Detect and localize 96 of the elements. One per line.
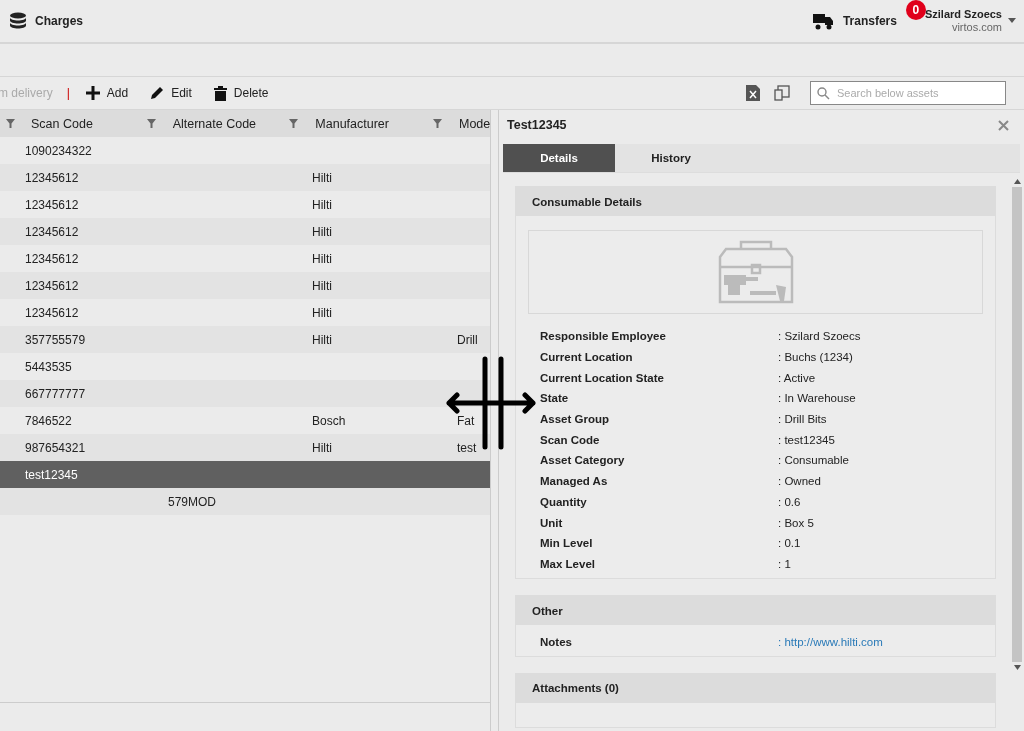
tab[interactable]: History [615, 144, 727, 172]
field-value: : Szilard Szoecs [778, 330, 861, 343]
transfer-count: 0 [905, 0, 926, 20]
filter-icon[interactable] [146, 119, 156, 128]
scroll-down-icon[interactable] [1013, 665, 1021, 670]
table-cell: test [457, 440, 477, 455]
table-row[interactable]: 987654321 Hilti test [0, 434, 490, 461]
field-label: Managed As [539, 475, 609, 488]
field-value: : 0.1 [778, 537, 801, 550]
column-header[interactable]: Scan Code [31, 116, 93, 131]
field-label: Notes [539, 635, 573, 648]
table-cell: Drill [457, 332, 478, 347]
field-label: Current Location State [539, 371, 665, 384]
close-icon[interactable] [998, 119, 1009, 131]
table-cell: 12345612 [25, 224, 79, 239]
tab[interactable]: Details [503, 144, 615, 172]
user-domain: virtos.com [951, 21, 1002, 34]
field-value: : Buchs (1234) [778, 351, 853, 364]
table-cell: Hilti [312, 305, 332, 320]
table-row[interactable]: 357755579 Hilti Drill [0, 326, 490, 353]
filter-icon[interactable] [433, 119, 442, 128]
field-label: Max Level [539, 557, 596, 570]
table-cell: Hilti [312, 251, 332, 266]
splitter[interactable] [490, 110, 499, 731]
field-label: Responsible Employee [539, 330, 667, 343]
table-row[interactable]: 667777777 [0, 380, 490, 407]
search-field[interactable]: Search below assets [810, 81, 1006, 105]
table-cell: test12345 [25, 467, 78, 482]
edit-button[interactable]: Edit [146, 86, 196, 100]
table-row[interactable]: test12345 [0, 461, 490, 488]
table-row[interactable]: 579MOD [0, 488, 490, 515]
table-cell: 7846522 [25, 413, 72, 428]
table-cell: 12345612 [25, 197, 79, 212]
field-label: Unit [539, 516, 564, 529]
section-title: Attachments (0) [532, 682, 619, 695]
user-name[interactable]: Szilard Szoecs [924, 8, 1002, 21]
table-cell: Hilti [312, 332, 332, 347]
table-cell: Hilti [312, 278, 332, 293]
table-cell: Hilti [312, 440, 332, 455]
resize-cursor-icon [445, 356, 537, 450]
table-cell: Hilti [312, 170, 332, 185]
table-cell: 12345612 [25, 251, 79, 266]
scroll-up-icon[interactable] [1013, 179, 1021, 184]
columns-icon[interactable] [774, 85, 790, 101]
column-header[interactable]: Mode [459, 116, 490, 131]
table-row[interactable]: 12345612 Hilti [0, 218, 490, 245]
field-value: : 0.6 [778, 495, 801, 508]
panel-title: Test12345 [507, 118, 567, 132]
trash-icon [213, 85, 227, 101]
pencil-icon [150, 86, 165, 100]
table-cell: 357755579 [25, 332, 86, 347]
transfers-link[interactable]: Transfers [842, 14, 897, 28]
separator: | [66, 86, 70, 100]
charges-link[interactable]: Charges [35, 14, 84, 28]
table-row[interactable]: 12345612 Hilti [0, 164, 490, 191]
field-label: Quantity [539, 495, 588, 508]
field-value: : Active [778, 371, 816, 384]
table-cell: 12345612 [25, 278, 79, 293]
table-cell: 667777777 [25, 386, 86, 401]
field-label: Scan Code [539, 433, 601, 446]
filter-icon[interactable] [289, 119, 299, 128]
filter-icon[interactable] [6, 119, 15, 128]
table-cell: Hilti [312, 224, 332, 239]
field-value: : Consumable [778, 454, 849, 467]
table-cell: Hilti [312, 197, 332, 212]
column-header[interactable]: Manufacturer [315, 116, 389, 131]
table-cell: 1090234322 [25, 143, 92, 158]
table-cell: 12345612 [25, 305, 79, 320]
table-row[interactable]: 12345612 Hilti [0, 272, 490, 299]
field-value: : Owned [778, 475, 821, 488]
field-value: : Box 5 [778, 516, 814, 529]
table-cell: 987654321 [25, 440, 86, 455]
field-value: : 1 [778, 557, 791, 570]
field-value: : In Warehouse [778, 392, 856, 405]
column-header[interactable]: Alternate Code [172, 116, 257, 131]
caret-icon[interactable] [1008, 18, 1016, 24]
field-label: Min Level [539, 537, 594, 550]
plus-icon [85, 86, 100, 100]
field-label: Current Location [539, 351, 634, 364]
table-cell: Bosch [312, 413, 346, 428]
table-cell: 579MOD [168, 494, 217, 509]
table-cell: Fat [457, 413, 475, 428]
section-title: Consumable Details [532, 195, 642, 208]
field-value: : test12345 [778, 433, 835, 446]
field-value: : Drill Bits [778, 413, 827, 426]
delete-button[interactable]: Delete [209, 85, 273, 101]
add-button[interactable]: Add [81, 86, 133, 100]
excel-icon[interactable] [746, 85, 760, 101]
field-label: Asset Category [539, 454, 626, 467]
section-title: Other [532, 604, 563, 617]
field-label: State [539, 392, 570, 405]
field-label: Asset Group [539, 413, 610, 426]
table-cell: 12345612 [25, 170, 79, 185]
database-icon [9, 12, 27, 30]
notes-link[interactable]: : http://www.hilti.com [778, 635, 883, 648]
table-cell: 5443535 [25, 359, 72, 374]
